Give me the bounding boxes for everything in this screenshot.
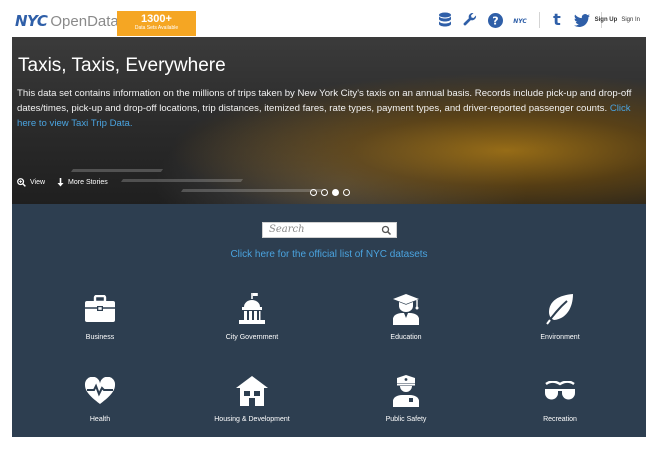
carousel-dot[interactable] [321, 189, 328, 196]
dataset-browser-panel: Search Click here for the official list … [12, 204, 646, 437]
category-label: Business [85, 334, 115, 341]
badge-subtitle: Data Sets Available [134, 25, 179, 31]
story-description-text: This data set contains information on th… [17, 88, 632, 114]
police-officer-icon [341, 374, 471, 408]
sign-in-link[interactable]: Sign In [621, 17, 640, 23]
crosswalk-stripe [120, 179, 244, 182]
view-button[interactable]: View [17, 178, 45, 187]
search-icon[interactable] [381, 225, 392, 236]
carousel-dot-active[interactable] [332, 189, 339, 196]
category-environment[interactable]: Environment [495, 292, 625, 341]
story-description: This data set contains information on th… [17, 86, 642, 131]
official-datasets-link[interactable]: Click here for the official list of NYC … [12, 249, 646, 260]
arrow-down-icon [57, 178, 64, 187]
category-education[interactable]: Education [341, 292, 471, 341]
tumblr-glyph: t [553, 10, 561, 29]
crosswalk-stripe [70, 169, 164, 172]
header-icon-bar: ? NYC t [435, 10, 609, 30]
category-label: Recreation [543, 416, 577, 423]
category-label: Environment [540, 334, 580, 341]
category-label: Education [390, 334, 422, 341]
category-health[interactable]: Health [35, 374, 165, 423]
more-stories-button[interactable]: More Stories [57, 178, 108, 187]
category-label: Public Safety [385, 416, 427, 423]
logo-opendata-text: OpenData [50, 13, 119, 30]
briefcase-icon [35, 292, 165, 326]
category-label: Health [89, 416, 111, 423]
logo-nyc-text: NYC [15, 12, 48, 30]
sign-up-link[interactable]: Sign Up [595, 17, 618, 23]
category-business[interactable]: Business [35, 292, 165, 341]
leaf-icon [495, 292, 625, 326]
category-city-government[interactable]: City Government [187, 292, 317, 341]
database-icon[interactable] [435, 10, 455, 30]
datasets-count-badge[interactable]: 1300+ Data Sets Available [117, 11, 196, 36]
story-controls: View More Stories [17, 178, 108, 187]
header: NYC OpenData 1300+ Data Sets Available ?… [0, 0, 661, 37]
carousel-pagination [310, 189, 350, 196]
nyc-opendata-logo[interactable]: NYC OpenData [15, 12, 119, 30]
graduate-icon [341, 292, 471, 326]
carousel-dot[interactable] [310, 189, 317, 196]
tumblr-icon[interactable]: t [547, 10, 567, 30]
svg-text:?: ? [492, 14, 498, 27]
nyc-icon[interactable]: NYC [510, 10, 530, 30]
sunglasses-icon [495, 374, 625, 408]
category-recreation[interactable]: Recreation [495, 374, 625, 423]
auth-links: Sign Up Sign In [595, 17, 640, 23]
badge-count: 1300+ [141, 13, 172, 25]
wrench-icon[interactable] [460, 10, 480, 30]
government-building-icon [187, 292, 317, 326]
house-icon [187, 374, 317, 408]
search-placeholder: Search [269, 224, 305, 235]
search-input[interactable]: Search [262, 222, 397, 238]
story-title: Taxis, Taxis, Everywhere [18, 55, 226, 76]
category-housing-development[interactable]: Housing & Development [187, 374, 317, 423]
twitter-icon[interactable] [572, 10, 592, 30]
featured-story-carousel: Taxis, Taxis, Everywhere This data set c… [12, 37, 646, 204]
zoom-in-icon [17, 178, 26, 187]
more-stories-label: More Stories [68, 179, 108, 186]
category-label: City Government [225, 334, 279, 341]
view-label: View [30, 179, 46, 186]
help-icon[interactable]: ? [485, 10, 505, 30]
category-label: Housing & Development [214, 416, 290, 423]
category-public-safety[interactable]: Public Safety [341, 374, 471, 423]
carousel-dot[interactable] [343, 189, 350, 196]
heart-pulse-icon [35, 374, 165, 408]
nyc-mini-text: NYC [513, 18, 527, 25]
crosswalk-stripe [180, 189, 324, 192]
header-divider [539, 12, 540, 28]
